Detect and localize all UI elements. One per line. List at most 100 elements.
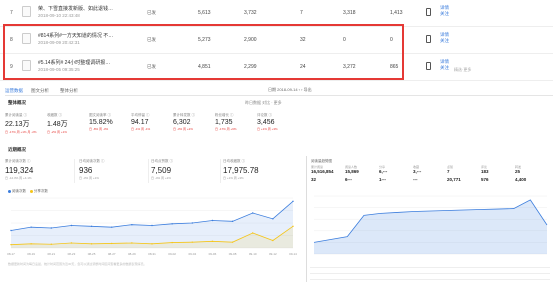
x-tick-label: 09-12: [269, 252, 277, 256]
row-actions: 详情 关注: [440, 59, 449, 71]
panel-value: 20,771: [447, 177, 461, 182]
trend-title: 近期概况: [8, 147, 26, 152]
metric-label: 图文阅读率 ⓘ: [89, 113, 111, 117]
tab-bar: 运营数据 图文分析 整体分析 日期 2018-09-14 ‹ › 导出: [5, 86, 553, 96]
data-point[interactable]: [292, 200, 294, 203]
row-extra[interactable]: 精选·更多: [454, 67, 471, 73]
data-point[interactable]: [272, 218, 274, 220]
legend-label: 阅读次数: [12, 189, 26, 193]
data-point[interactable]: [111, 226, 113, 228]
data-point[interactable]: [292, 225, 294, 228]
data-point[interactable]: [191, 241, 193, 243]
x-tick-label: 09-02: [168, 252, 176, 256]
stat-value: 936: [79, 166, 93, 175]
metric-label: 累计阅读量 ⓘ: [5, 113, 27, 117]
data-point[interactable]: [90, 225, 93, 228]
stat-card: 日均阅读次数 ⓘ 936 日 -3% 周 +1%: [79, 159, 149, 183]
data-point[interactable]: [131, 242, 133, 244]
panel-value: 15,869: [345, 169, 359, 174]
data-point[interactable]: [231, 220, 234, 223]
data-point[interactable]: [30, 226, 32, 228]
row-index: 7: [10, 10, 13, 16]
x-tick-label: 09-06: [209, 252, 217, 256]
metric-label: 收藏数 ⓘ: [47, 113, 62, 117]
follow-link[interactable]: 关注: [440, 65, 449, 70]
data-point[interactable]: [10, 243, 12, 246]
panel-value: 3,---: [413, 169, 422, 174]
metric-change: 日 -2% 周 +1%: [47, 130, 67, 134]
data-point[interactable]: [191, 222, 193, 224]
panel-table: [310, 262, 550, 280]
data-point[interactable]: [50, 227, 52, 229]
date-nav[interactable]: 日期 2018-09-14 ‹ › 导出: [268, 87, 312, 93]
metric-value: 15.82%: [89, 119, 113, 126]
metric-label: 平均停留 ⓘ: [131, 113, 150, 117]
data-point[interactable]: [252, 232, 254, 234]
data-point[interactable]: [70, 242, 73, 244]
x-tick-label: 08-23: [68, 252, 76, 256]
x-tick-label: 09-10: [249, 252, 257, 256]
data-point[interactable]: [272, 239, 274, 242]
data-point[interactable]: [211, 240, 214, 243]
details-link[interactable]: 详情: [440, 32, 449, 37]
legend-item[interactable]: 阅读次数: [8, 189, 26, 193]
data-point[interactable]: [151, 243, 153, 245]
metric-card: 评论数 ⓘ 3,456 日 +1% 周 +3%: [257, 113, 295, 131]
data-point[interactable]: [252, 212, 254, 214]
data-point[interactable]: [50, 243, 52, 245]
details-link[interactable]: 详情: [440, 59, 449, 64]
panel-title: 阅读量趋势图: [311, 159, 332, 163]
row-value: 3,732: [244, 10, 257, 16]
panel-value: 6---: [345, 177, 352, 182]
mobile-icon[interactable]: [426, 8, 431, 16]
data-point[interactable]: [171, 241, 173, 244]
mobile-icon[interactable]: [426, 62, 431, 70]
metric-change: 日 +1% 周 +3%: [257, 127, 278, 131]
panel-value: 32: [311, 177, 317, 182]
legend-dot: [29, 189, 33, 193]
data-point[interactable]: [10, 229, 12, 232]
follow-link[interactable]: 关注: [440, 11, 449, 16]
data-point[interactable]: [151, 224, 153, 227]
series-area: [314, 199, 547, 254]
legend-item[interactable]: 分享次数: [29, 189, 48, 193]
legend-dot: [8, 189, 11, 193]
table-row: 7 荣、下雪直接发新版、如此退钱… 2018-09-10 22:43:48 已发…: [0, 0, 553, 27]
x-tick-label: 09-04: [188, 252, 196, 256]
data-point[interactable]: [111, 242, 113, 245]
x-tick-label: 08-19: [27, 252, 35, 256]
data-point[interactable]: [231, 241, 234, 243]
stat-value: 17,975.78: [223, 166, 259, 175]
stat-label: 日均点赞数 ⓘ: [151, 159, 173, 163]
article-status: 已发: [147, 10, 156, 15]
data-point[interactable]: [30, 243, 32, 245]
row-actions: 详情 关注: [440, 5, 449, 17]
metric-value: 3,456: [257, 119, 275, 126]
panel-value: 1---: [379, 177, 386, 182]
data-point[interactable]: [211, 219, 214, 222]
article-thumbnail: [22, 6, 31, 17]
overview-range[interactable]: 昨日数据 对比 · 更多: [245, 100, 282, 106]
data-point[interactable]: [70, 224, 73, 227]
data-point[interactable]: [90, 243, 93, 245]
row-actions: 详情 关注: [440, 32, 449, 44]
details-link[interactable]: 详情: [440, 5, 449, 10]
data-point[interactable]: [171, 223, 173, 225]
tab-article-analysis[interactable]: 图文分析: [31, 88, 49, 94]
mobile-icon[interactable]: [426, 35, 431, 43]
stat-change: 日 +1% 周 +3%: [223, 176, 244, 180]
row-value: 3,318: [343, 10, 356, 16]
metric-change: 日 -8% 周 -3%: [89, 127, 109, 131]
tab-operations[interactable]: 运营数据: [5, 88, 23, 94]
follow-link[interactable]: 关注: [440, 38, 449, 43]
reads-area-chart: [313, 195, 548, 255]
metric-card: 粉丝增长 ⓘ 1,735 日 -17% 周 +6%: [215, 113, 253, 131]
article-title[interactable]: 荣、下雪直接发新版、如此退钱…: [38, 5, 113, 12]
panel-value: ---: [413, 177, 418, 182]
metric-change: 日 -1% 周 -1%: [131, 127, 151, 131]
tab-overall-analysis[interactable]: 整体分析: [60, 88, 78, 94]
metric-change: 日 -17% 周 +6%: [215, 127, 237, 131]
x-tick-label: 08-21: [47, 252, 55, 256]
data-point[interactable]: [131, 223, 133, 226]
stat-change: 日 -4% 周 +2%: [151, 176, 171, 180]
